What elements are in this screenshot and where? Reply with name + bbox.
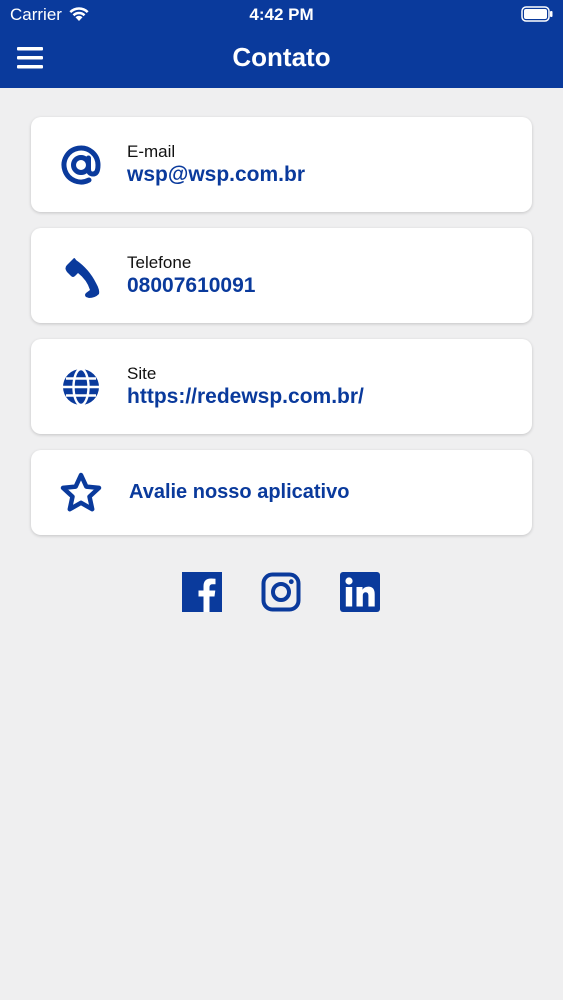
phone-card[interactable]: Telefone 08007610091 bbox=[31, 228, 532, 323]
phone-label: Telefone bbox=[127, 253, 192, 272]
clock: 4:42 PM bbox=[249, 5, 314, 24]
linkedin-icon[interactable] bbox=[340, 572, 380, 612]
status-bar: Carrier 4:42 PM bbox=[0, 0, 563, 30]
rate-app-card[interactable]: Avalie nosso aplicativo bbox=[31, 450, 532, 535]
rate-app-label: Avalie nosso aplicativo bbox=[129, 481, 350, 503]
email-card[interactable]: E-mail wsp@wsp.com.br bbox=[31, 117, 532, 212]
instagram-icon[interactable] bbox=[261, 572, 301, 612]
site-label: Site bbox=[127, 364, 157, 383]
at-sign-icon bbox=[61, 145, 101, 185]
page-title: Contato bbox=[232, 42, 331, 72]
email-value[interactable]: wsp@wsp.com.br bbox=[127, 163, 305, 187]
phone-value[interactable]: 08007610091 bbox=[127, 274, 255, 298]
star-icon bbox=[60, 472, 102, 512]
phone-icon bbox=[65, 258, 100, 298]
navigation-bar: Carrier 4:42 PM Contato bbox=[0, 0, 563, 88]
facebook-icon[interactable] bbox=[182, 572, 222, 612]
site-value[interactable]: https://redewsp.com.br/ bbox=[127, 385, 364, 409]
globe-icon bbox=[63, 367, 99, 407]
battery-icon bbox=[521, 6, 553, 22]
email-label: E-mail bbox=[127, 142, 176, 161]
site-card[interactable]: Site https://redewsp.com.br/ bbox=[31, 339, 532, 434]
